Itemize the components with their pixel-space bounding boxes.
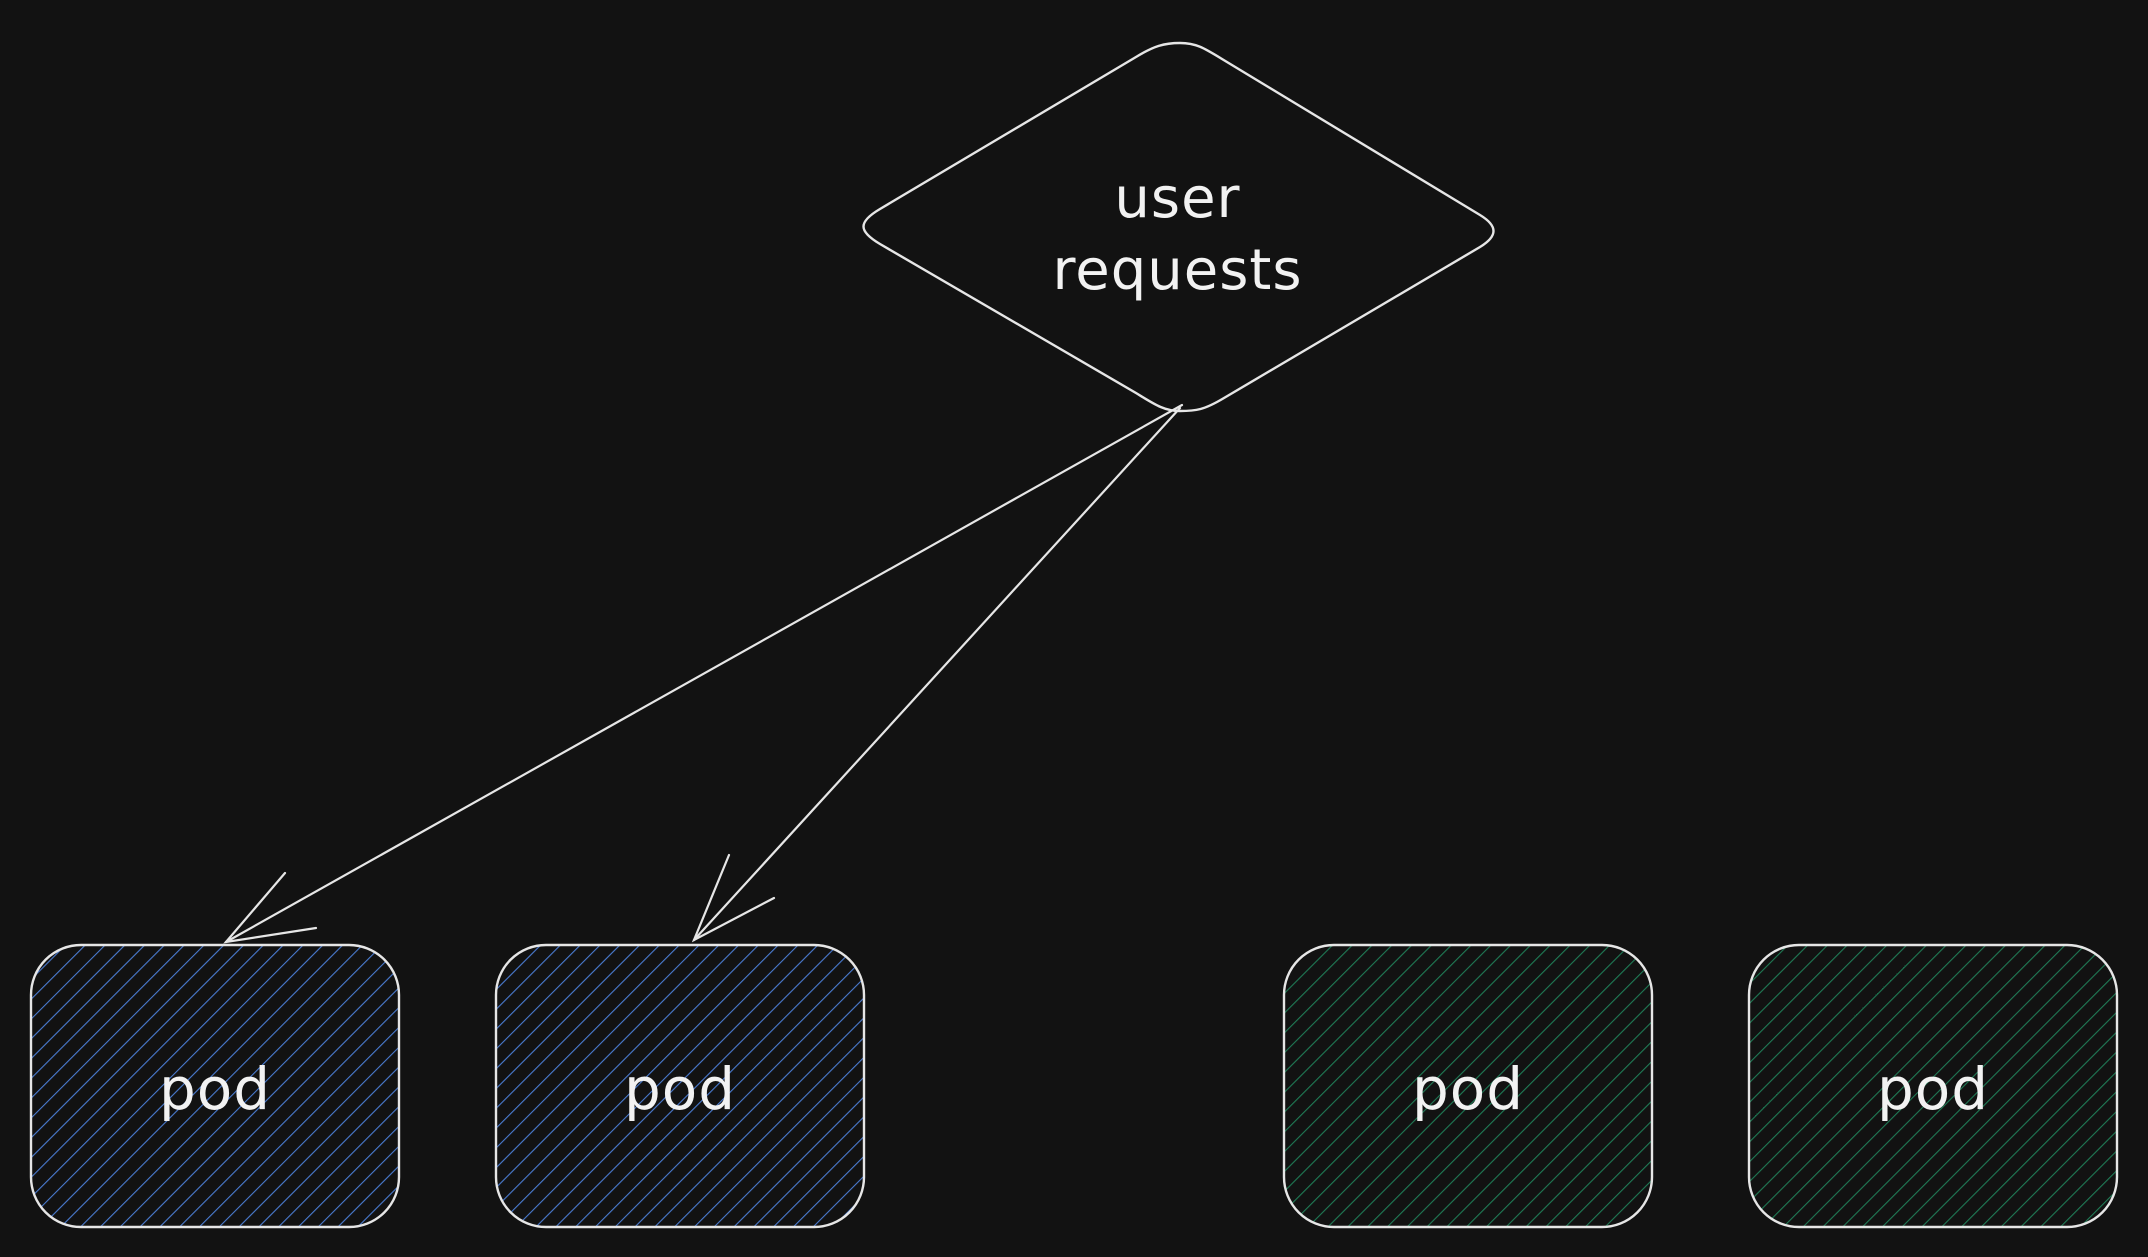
arrow-to-pod-1[interactable]	[223, 403, 1184, 944]
pod-label-3: pod	[1411, 1055, 1525, 1123]
pod-label-2: pod	[623, 1055, 737, 1123]
diagram-canvas: user requests pod pod pod pod	[0, 0, 2148, 1257]
pod-label-4: pod	[1876, 1055, 1990, 1123]
arrow-to-pod-2[interactable]	[691, 406, 1182, 943]
pod-label-1: pod	[158, 1055, 272, 1123]
decision-label: user requests	[1052, 166, 1303, 303]
